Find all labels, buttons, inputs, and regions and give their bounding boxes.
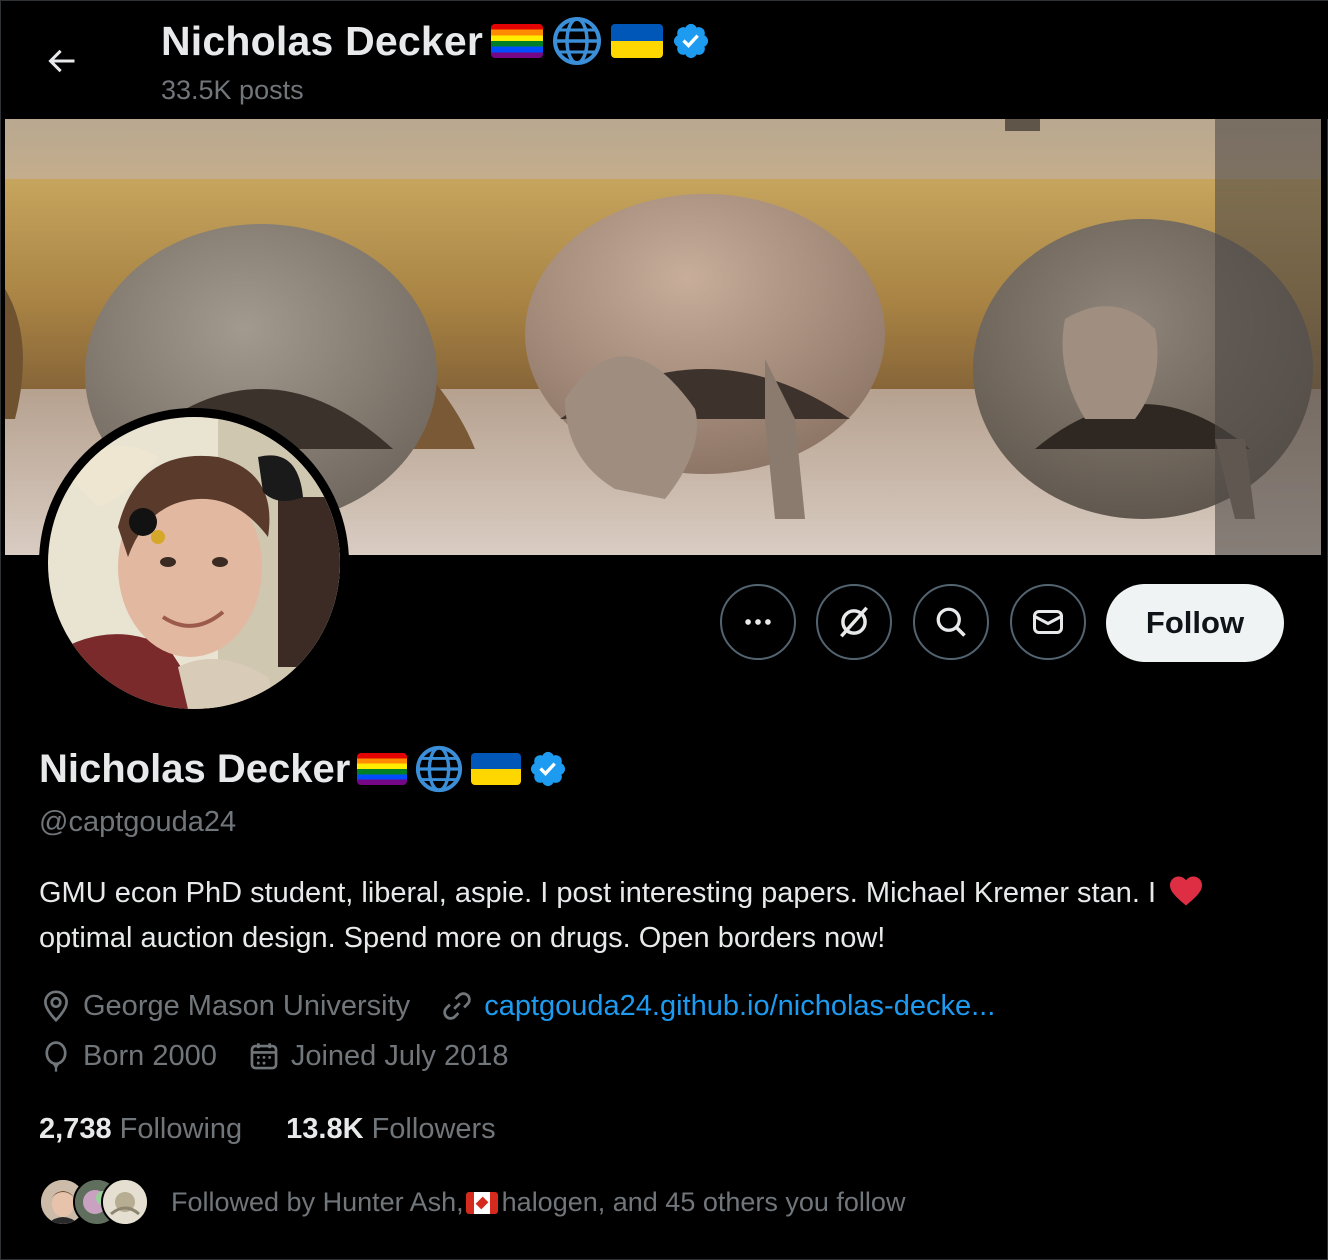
mutual-avatar-image (103, 1180, 147, 1224)
mutual-avatars (39, 1178, 149, 1226)
profile-display-name: Nicholas Decker (39, 746, 351, 791)
grok-button[interactable] (816, 584, 892, 660)
more-options-button[interactable] (720, 584, 796, 660)
joined-item: Joined July 2018 (247, 1039, 509, 1073)
bio-text-part2: optimal auction design. Spend more on dr… (39, 922, 886, 954)
post-count: 33.5K posts (161, 75, 304, 105)
following-stat[interactable]: 2,738 Following (39, 1113, 242, 1146)
profile-page: Nicholas Decker 33.5K posts Follow Nicho… (0, 0, 1328, 1260)
message-button[interactable] (1010, 584, 1086, 660)
balloon-icon (45, 1041, 67, 1072)
followed-by-text[interactable]: Followed by Hunter Ash, halogen, and 45 o… (171, 1187, 905, 1218)
following-label: Following (119, 1113, 243, 1145)
website-item[interactable]: captgouda24.github.io/nicholas-decke... (440, 989, 995, 1023)
location-item: George Mason University (39, 989, 410, 1023)
location-pin-icon (44, 990, 68, 1023)
profile-meta-row-1: George Mason University captgouda24.gith… (39, 989, 1025, 1023)
top-header: Nicholas Decker 33.5K posts (1, 1, 1328, 119)
followed-by-prefix: Followed by Hunter Ash, (171, 1186, 464, 1217)
header-name-row: Nicholas Decker (161, 13, 711, 69)
birth-item: Born 2000 (39, 1039, 217, 1073)
profile-avatar[interactable] (39, 408, 349, 718)
followers-label: Followers (371, 1113, 496, 1145)
arrow-left-icon (48, 49, 75, 73)
search-icon (936, 607, 966, 637)
globe-icon (553, 17, 602, 65)
profile-handle: @captgouda24 (39, 806, 237, 838)
verified-badge-icon (673, 23, 709, 59)
birth-text: Born 2000 (83, 1039, 217, 1072)
header-display-name: Nicholas Decker (161, 17, 484, 64)
profile-meta-row-2: Born 2000 Joined July 2018 (39, 1039, 538, 1073)
followed-by-row[interactable]: Followed by Hunter Ash, halogen, and 45 o… (39, 1178, 905, 1226)
joined-text: Joined July 2018 (290, 1039, 509, 1072)
back-button[interactable] (37, 37, 85, 85)
pride-flag-icon (357, 753, 408, 785)
followed-by-suffix: halogen, and 45 others you follow (501, 1186, 906, 1217)
heart-icon (1170, 876, 1203, 906)
mutual-avatar (101, 1178, 149, 1226)
website-link[interactable]: captgouda24.github.io/nicholas-decke... (484, 990, 995, 1023)
follow-stats: 2,738 Following 13.8K Followers (39, 1113, 540, 1146)
calendar-icon (250, 1043, 278, 1070)
profile-name-row: Nicholas Decker (39, 741, 568, 797)
follow-button[interactable]: Follow (1106, 584, 1284, 662)
ukraine-flag-icon (611, 24, 664, 58)
profile-bio: GMU econ PhD student, liberal, aspie. I … (39, 871, 1289, 961)
avatar-image (48, 417, 340, 709)
avatar-photo (48, 417, 340, 709)
grok-icon (840, 606, 868, 638)
location-text: George Mason University (83, 989, 411, 1022)
bio-text-part1: GMU econ PhD student, liberal, aspie. I … (39, 877, 1157, 909)
ukraine-flag-icon (471, 753, 522, 785)
pride-flag-icon (491, 24, 544, 58)
more-horizontal-icon (745, 619, 771, 625)
globe-icon (416, 745, 463, 793)
link-icon (443, 992, 471, 1020)
followers-stat[interactable]: 13.8K Followers (286, 1113, 496, 1146)
following-count: 2,738 (39, 1113, 112, 1145)
followers-count: 13.8K (286, 1113, 364, 1145)
canada-flag-icon (465, 1191, 498, 1214)
verified-badge-icon[interactable] (528, 749, 568, 789)
mail-icon (1033, 610, 1063, 634)
search-profile-button[interactable] (913, 584, 989, 660)
